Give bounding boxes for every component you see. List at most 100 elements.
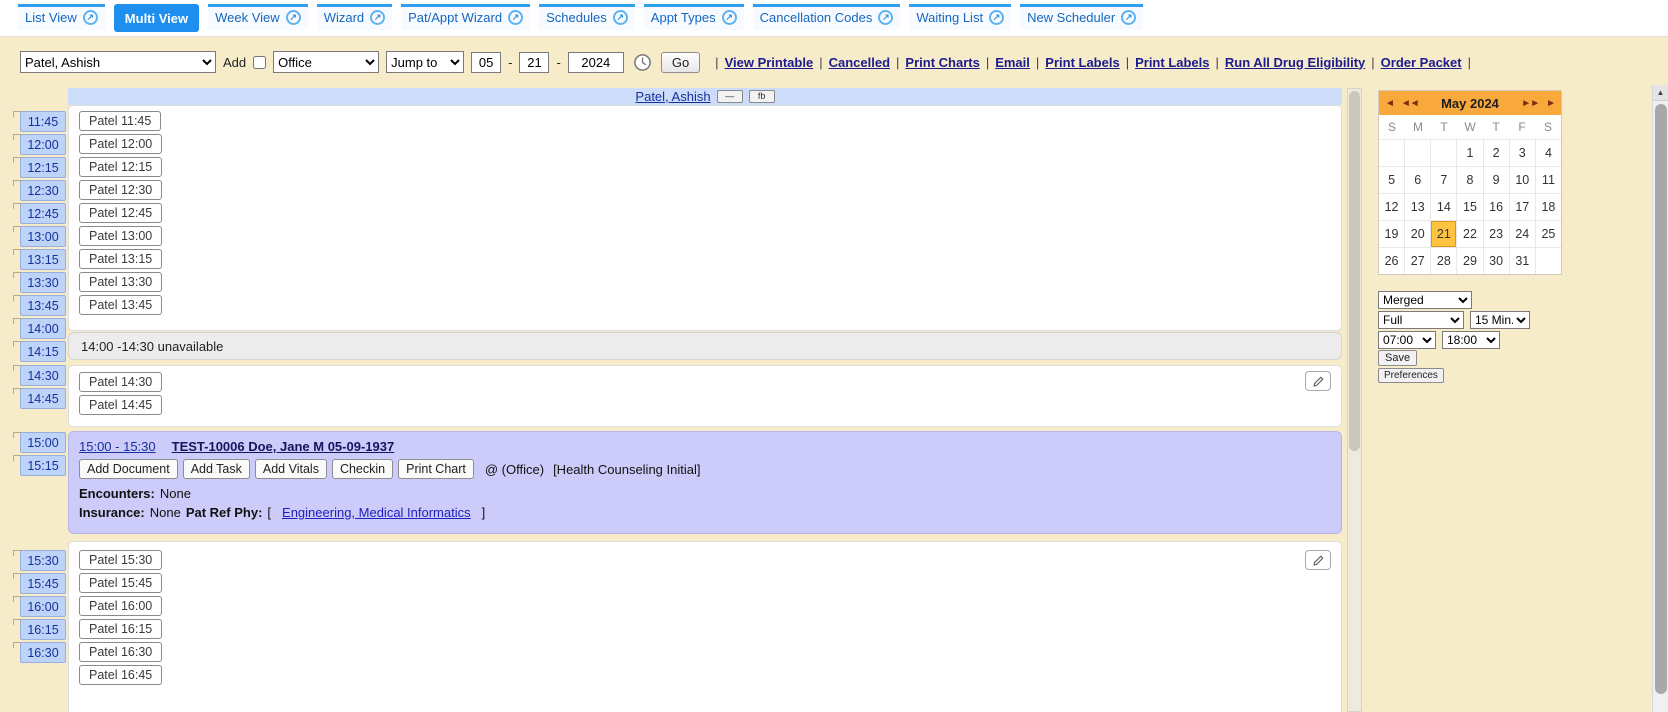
calendar-day[interactable]: 1 — [1457, 140, 1482, 166]
minimize-column-button[interactable]: — — [717, 90, 743, 103]
clock-icon[interactable] — [633, 53, 652, 72]
calendar-day[interactable]: 5 — [1379, 167, 1404, 193]
calendar-day[interactable]: 15 — [1457, 194, 1482, 220]
time-cell[interactable]: 15:00 — [20, 432, 66, 453]
calendar-day-selected[interactable]: 21 — [1431, 221, 1456, 247]
go-button[interactable]: Go — [661, 52, 700, 73]
checkin-button[interactable]: Checkin — [332, 459, 393, 479]
time-cell[interactable]: 16:30 — [20, 642, 66, 663]
popup-icon[interactable]: ↗ — [1121, 10, 1136, 25]
calendar-day[interactable]: 30 — [1484, 248, 1509, 274]
slot-button[interactable]: Patel 12:30 — [79, 180, 162, 200]
time-cell[interactable]: 16:15 — [20, 619, 66, 640]
jump-to-select[interactable]: Jump to — [386, 51, 464, 73]
calendar-day[interactable]: 10 — [1510, 167, 1535, 193]
calendar-day[interactable]: 17 — [1510, 194, 1535, 220]
slot-button[interactable]: Patel 13:45 — [79, 295, 162, 315]
zoom-select[interactable]: Full — [1378, 311, 1464, 329]
slot-button[interactable]: Patel 12:45 — [79, 203, 162, 223]
calendar-day[interactable]: 14 — [1431, 194, 1456, 220]
order-packet-link[interactable]: Order Packet — [1381, 55, 1462, 70]
calendar-day[interactable]: 26 — [1379, 248, 1404, 274]
calendar-day[interactable]: 20 — [1405, 221, 1430, 247]
tab-appt-types[interactable]: Appt Types↗ — [644, 4, 744, 30]
slot-button[interactable]: Patel 13:30 — [79, 272, 162, 292]
calendar-day[interactable]: 27 — [1405, 248, 1430, 274]
calendar-day[interactable]: 28 — [1431, 248, 1456, 274]
time-cell[interactable]: 14:15 — [20, 341, 66, 362]
cancelled-link[interactable]: Cancelled — [829, 55, 890, 70]
calendar-day[interactable]: 8 — [1457, 167, 1482, 193]
time-cell[interactable]: 13:30 — [20, 272, 66, 293]
calendar-day[interactable]: 6 — [1405, 167, 1430, 193]
slot-button[interactable]: Patel 16:30 — [79, 642, 162, 662]
calendar-day[interactable]: 3 — [1510, 140, 1535, 166]
tab-wizard[interactable]: Wizard↗ — [317, 4, 392, 30]
year-input[interactable] — [568, 52, 624, 73]
slot-button[interactable]: Patel 13:00 — [79, 226, 162, 246]
time-cell[interactable]: 15:45 — [20, 573, 66, 594]
tab-week-view[interactable]: Week View↗ — [208, 4, 308, 30]
add-document-button[interactable]: Add Document — [79, 459, 178, 479]
tab-pat-appt-wizard[interactable]: Pat/Appt Wizard↗ — [401, 4, 530, 30]
slot-button[interactable]: Patel 16:00 — [79, 596, 162, 616]
view-printable-link[interactable]: View Printable — [725, 55, 814, 70]
calendar-day[interactable]: 11 — [1536, 167, 1561, 193]
time-cell[interactable]: 14:30 — [20, 365, 66, 386]
tab-cancellation-codes[interactable]: Cancellation Codes↗ — [753, 4, 901, 30]
interval-select[interactable]: 15 Min. — [1470, 311, 1530, 329]
fb-button[interactable]: fb — [749, 90, 775, 103]
time-cell[interactable]: 14:45 — [20, 388, 66, 409]
calendar-day[interactable]: 18 — [1536, 194, 1561, 220]
slot-button[interactable]: Patel 16:45 — [79, 665, 162, 685]
popup-icon[interactable]: ↗ — [878, 10, 893, 25]
tab-schedules[interactable]: Schedules↗ — [539, 4, 635, 30]
print-labels-link[interactable]: Print Labels — [1135, 55, 1209, 70]
popup-icon[interactable]: ↗ — [508, 10, 523, 25]
start-time-select[interactable]: 07:00 — [1378, 331, 1436, 349]
calendar-day[interactable]: 9 — [1484, 167, 1509, 193]
popup-icon[interactable]: ↗ — [370, 10, 385, 25]
add-task-button[interactable]: Add Task — [183, 459, 250, 479]
calendar-day[interactable]: 4 — [1536, 140, 1561, 166]
prev-month-icon[interactable]: ◄ — [1385, 98, 1394, 109]
popup-icon[interactable]: ↗ — [722, 10, 737, 25]
calendar-day[interactable]: 12 — [1379, 194, 1404, 220]
facility-select[interactable]: Office — [273, 51, 379, 73]
provider-header-link[interactable]: Patel, Ashish — [635, 89, 710, 104]
scroll-up-icon[interactable]: ▲ — [1653, 85, 1668, 101]
popup-icon[interactable]: ↗ — [613, 10, 628, 25]
popup-icon[interactable]: ↗ — [989, 10, 1004, 25]
time-cell[interactable]: 12:15 — [20, 157, 66, 178]
edit-pencil-icon[interactable] — [1305, 371, 1331, 391]
schedule-scrollbar[interactable] — [1347, 88, 1362, 712]
slot-button[interactable]: Patel 11:45 — [79, 111, 161, 131]
time-cell[interactable]: 13:45 — [20, 295, 66, 316]
time-cell[interactable]: 13:15 — [20, 249, 66, 270]
patient-link[interactable]: TEST-10006 Doe, Jane M 05-09-1937 — [172, 439, 395, 454]
end-time-select[interactable]: 18:00 — [1442, 331, 1500, 349]
add-checkbox[interactable] — [253, 56, 266, 69]
print-labels-link[interactable]: Print Labels — [1045, 55, 1119, 70]
calendar-day[interactable]: 22 — [1457, 221, 1482, 247]
slot-button[interactable]: Patel 15:30 — [79, 550, 162, 570]
edit-pencil-icon[interactable] — [1305, 550, 1331, 570]
add-vitals-button[interactable]: Add Vitals — [255, 459, 327, 479]
slot-button[interactable]: Patel 15:45 — [79, 573, 162, 593]
save-button[interactable]: Save — [1378, 350, 1417, 366]
time-cell[interactable]: 12:00 — [20, 134, 66, 155]
next-month-icon[interactable]: ► — [1546, 98, 1555, 109]
slot-button[interactable]: Patel 14:30 — [79, 372, 162, 392]
time-cell[interactable]: 11:45 — [20, 111, 66, 132]
calendar-day[interactable]: 13 — [1405, 194, 1430, 220]
calendar-day[interactable]: 16 — [1484, 194, 1509, 220]
slot-button[interactable]: Patel 16:15 — [79, 619, 162, 639]
slot-button[interactable]: Patel 13:15 — [79, 249, 162, 269]
calendar-day[interactable]: 31 — [1510, 248, 1535, 274]
popup-icon[interactable]: ↗ — [83, 10, 98, 25]
appointment-time-link[interactable]: 15:00 - 15:30 — [79, 439, 156, 454]
time-cell[interactable]: 15:15 — [20, 455, 66, 476]
slot-button[interactable]: Patel 12:15 — [79, 157, 162, 177]
calendar-day[interactable]: 29 — [1457, 248, 1482, 274]
tab-new-scheduler[interactable]: New Scheduler↗ — [1020, 4, 1143, 30]
